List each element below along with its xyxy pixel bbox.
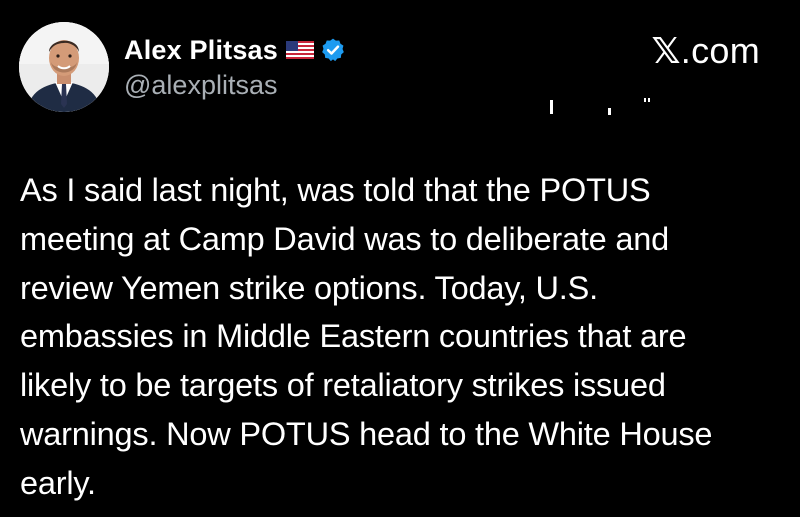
x-com-watermark: 𝕏.com bbox=[651, 30, 760, 72]
tweet-card: Alex Plitsas @alexplitsas 𝕏.com As I sai… bbox=[0, 0, 800, 517]
avatar-photo bbox=[19, 22, 109, 112]
verified-badge-icon bbox=[320, 37, 346, 63]
brand-domain: .com bbox=[680, 30, 760, 71]
tweet-body-text: As I said last night, was told that the … bbox=[20, 172, 713, 501]
avatar[interactable] bbox=[19, 22, 109, 112]
x-logo-icon: 𝕏 bbox=[651, 31, 681, 72]
us-flag-icon bbox=[286, 41, 314, 59]
author-name-row: Alex Plitsas bbox=[124, 32, 346, 68]
image-artifact-specks bbox=[550, 98, 650, 115]
author-display-name[interactable]: Alex Plitsas bbox=[124, 35, 278, 66]
author-handle[interactable]: @alexplitsas bbox=[124, 70, 277, 101]
